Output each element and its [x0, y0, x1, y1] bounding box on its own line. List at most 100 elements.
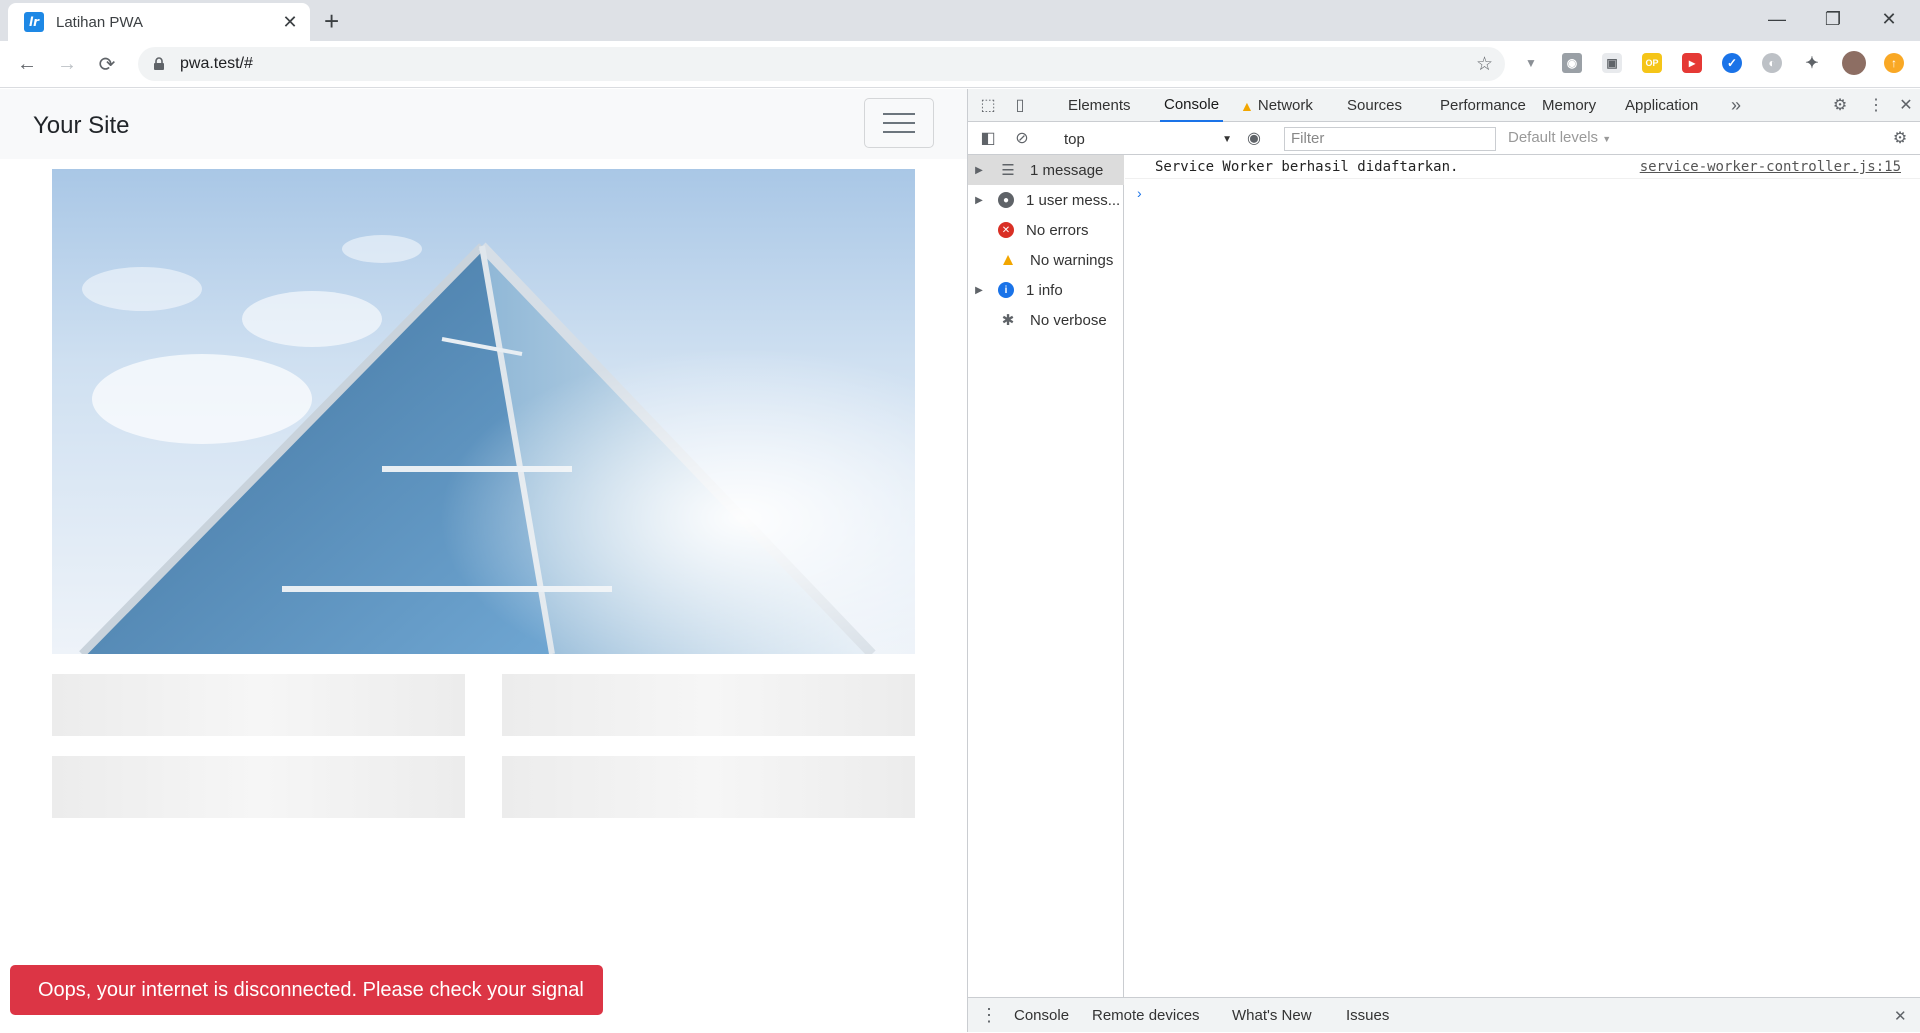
settings-gear-icon[interactable]: ⚙	[1830, 95, 1850, 115]
check-extension-icon[interactable]: ✓	[1722, 53, 1742, 73]
drawer-tab-console[interactable]: Console	[1014, 998, 1069, 1033]
warning-icon: ▲	[1240, 97, 1254, 114]
tab-sources[interactable]: Sources	[1347, 89, 1402, 122]
filter-input[interactable]: Filter	[1284, 127, 1496, 151]
error-icon: ✕	[998, 222, 1014, 238]
dropdown-arrow-icon: ▼	[1602, 134, 1612, 144]
sidebar-item-verbose[interactable]: ✱ No verbose	[968, 305, 1124, 335]
warning-icon: ▲	[999, 250, 1017, 269]
log-levels-label: Default levels	[1508, 129, 1599, 146]
reload-button[interactable]: ⟳	[92, 49, 122, 79]
expand-arrow-icon[interactable]: ▶	[968, 165, 990, 176]
info-icon: i	[998, 282, 1014, 298]
log-source-link[interactable]: service-worker-controller.js:15	[1640, 159, 1901, 175]
browser-tab[interactable]: lr Latihan PWA ✕	[8, 3, 310, 41]
tab-console[interactable]: Console	[1160, 89, 1224, 122]
sidebar-item-messages[interactable]: ▶ ☰ 1 message	[968, 155, 1124, 185]
log-message: Service Worker berhasil didaftarkan.	[1155, 158, 1459, 175]
devtools-tab-bar: ⬚ ▯ Elements Console ▲ Network Sources P…	[968, 89, 1920, 122]
tab-performance[interactable]: Performance	[1440, 89, 1526, 122]
site-brand[interactable]: Your Site	[33, 112, 130, 140]
clear-console-icon[interactable]: ⊘	[1012, 128, 1032, 148]
more-tabs-icon[interactable]: »	[1726, 95, 1746, 115]
inspect-element-icon[interactable]: ⬚	[978, 95, 998, 115]
console-toolbar: ◧ ⊘ top ▼ ◉ Filter Default levels ▼ ⚙	[968, 122, 1920, 155]
drawer-tab-whats-new[interactable]: What's New	[1232, 998, 1312, 1033]
sidebar-item-label: 1 message	[1030, 161, 1104, 179]
bug-icon: ✱	[1001, 312, 1015, 329]
new-tab-button[interactable]: +	[324, 7, 339, 35]
sidebar-item-label: No verbose	[1030, 311, 1107, 329]
log-levels-select[interactable]: Default levels ▼	[1508, 129, 1611, 146]
close-tab-icon[interactable]: ✕	[280, 12, 300, 33]
sidebar-item-warnings[interactable]: ▲ No warnings	[968, 245, 1124, 275]
dropdown-arrow-icon: ▼	[1222, 133, 1232, 145]
favicon-icon: lr	[24, 12, 44, 32]
tab-strip: lr Latihan PWA ✕ + — ❐ ✕	[0, 0, 1920, 41]
drawer-tab-remote-devices[interactable]: Remote devices	[1092, 998, 1200, 1033]
extension-v-icon[interactable]: ▼	[1521, 53, 1541, 73]
user-icon: ●	[998, 192, 1014, 208]
media-extension-icon[interactable]: ▸	[1682, 53, 1702, 73]
minimize-button[interactable]: —	[1754, 0, 1800, 38]
update-icon[interactable]: ↑	[1884, 53, 1904, 73]
kebab-menu-icon[interactable]: ⋮	[1866, 95, 1886, 115]
tab-network[interactable]: ▲ Network	[1240, 89, 1313, 122]
site-navbar: Your Site	[0, 89, 967, 159]
expand-arrow-icon[interactable]: ▶	[968, 285, 990, 296]
drawer-tab-issues[interactable]: Issues	[1346, 998, 1389, 1033]
console-settings-gear-icon[interactable]: ⚙	[1890, 128, 1910, 148]
bookmark-star-icon[interactable]: ☆	[1476, 53, 1493, 76]
screenshot-extension-icon[interactable]: ▣	[1602, 53, 1622, 73]
tab-application[interactable]: Application	[1625, 89, 1698, 122]
sidebar-item-errors[interactable]: ✕ No errors	[968, 215, 1124, 245]
sidebar-item-user-messages[interactable]: ▶ ● 1 user mess...	[968, 185, 1124, 215]
skeleton-card	[52, 756, 465, 818]
tab-network-label: Network	[1257, 97, 1313, 114]
restore-button[interactable]: ❐	[1810, 0, 1856, 38]
console-sidebar: ▶ ☰ 1 message ▶ ● 1 user mess... ✕ No er…	[968, 155, 1124, 997]
sidebar-item-label: No errors	[1026, 221, 1089, 239]
sidebar-item-label: No warnings	[1030, 251, 1114, 269]
device-toolbar-icon[interactable]: ▯	[1010, 95, 1030, 115]
page-viewport: Your Site Oops, your internet is disconn…	[0, 89, 967, 1032]
address-bar[interactable]: pwa.test/# ☆	[138, 47, 1505, 81]
url-text: pwa.test/#	[180, 55, 253, 72]
camera-extension-icon[interactable]: ◉	[1562, 53, 1582, 73]
expand-arrow-icon[interactable]: ▶	[968, 195, 990, 206]
tab-memory[interactable]: Memory	[1542, 89, 1596, 122]
close-window-button[interactable]: ✕	[1866, 0, 1912, 38]
profile-avatar[interactable]	[1842, 51, 1866, 75]
sidebar-item-label: 1 user mess...	[1026, 191, 1121, 209]
tab-title: Latihan PWA	[56, 13, 143, 31]
sidebar-toggle-icon[interactable]: ◧	[978, 128, 998, 148]
hamburger-line	[883, 122, 915, 124]
skeleton-card	[502, 674, 915, 736]
hamburger-line	[883, 113, 915, 115]
close-devtools-icon[interactable]: ✕	[1896, 95, 1916, 115]
console-prompt-icon[interactable]: ›	[1137, 185, 1142, 201]
hamburger-line	[883, 131, 915, 133]
extensions-puzzle-icon[interactable]: ✦	[1802, 53, 1822, 73]
skeleton-card	[502, 756, 915, 818]
sidebar-item-info[interactable]: ▶ i 1 info	[968, 275, 1124, 305]
drawer-menu-icon[interactable]: ⋮	[980, 998, 998, 1033]
tab-elements[interactable]: Elements	[1068, 89, 1131, 122]
building-illustration	[52, 169, 915, 654]
forward-button[interactable]: →	[52, 49, 82, 79]
devtools-panel: ⬚ ▯ Elements Console ▲ Network Sources P…	[967, 89, 1920, 1032]
op-extension-icon[interactable]: OP	[1642, 53, 1662, 73]
context-select[interactable]: top ▼	[1058, 128, 1238, 150]
close-drawer-icon[interactable]: ✕	[1894, 998, 1907, 1033]
sidebar-item-label: 1 info	[1026, 281, 1063, 299]
compass-extension-icon[interactable]: ◐	[1762, 53, 1782, 73]
eye-icon[interactable]: ◉	[1244, 128, 1264, 148]
back-button[interactable]: ←	[12, 49, 42, 79]
console-log-line: Service Worker berhasil didaftarkan. ser…	[1125, 155, 1920, 179]
lock-icon	[154, 57, 164, 70]
list-icon: ☰	[1001, 162, 1015, 179]
navbar-toggler-button[interactable]	[864, 98, 934, 148]
console-output: Service Worker berhasil didaftarkan. ser…	[1125, 155, 1920, 997]
browser-toolbar: ← → ⟳ pwa.test/# ☆	[0, 41, 1920, 88]
skeleton-card	[52, 674, 465, 736]
